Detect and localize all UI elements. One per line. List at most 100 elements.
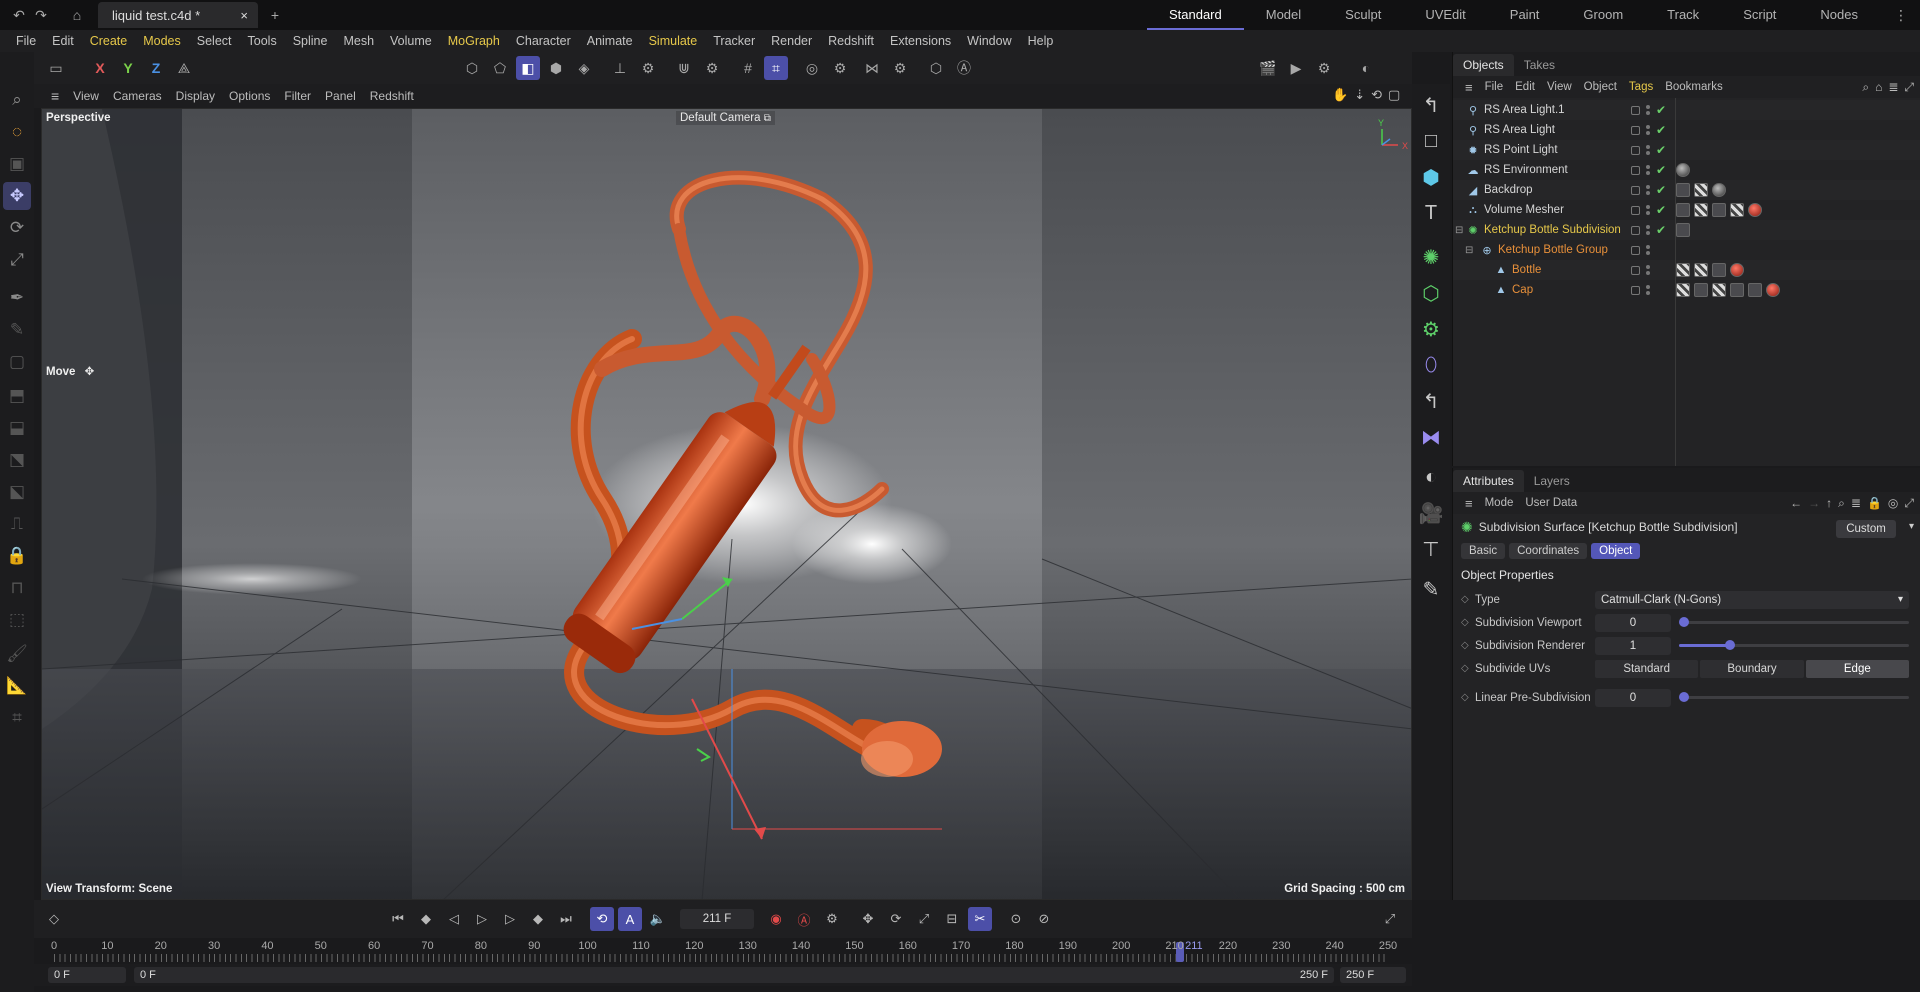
move-handle-icon[interactable]: ✥ bbox=[85, 366, 95, 378]
material-tag-icon[interactable] bbox=[1730, 283, 1744, 297]
viewport-menu-options[interactable]: Options bbox=[222, 89, 277, 103]
field-icon[interactable]: ↰ bbox=[1416, 386, 1446, 416]
menu-animate[interactable]: Animate bbox=[579, 34, 641, 48]
viewport-menu-redshift[interactable]: Redshift bbox=[363, 89, 421, 103]
visibility-dots[interactable] bbox=[1646, 165, 1650, 175]
undo-history-icon[interactable]: ↰ bbox=[1416, 90, 1446, 120]
attributes-menu-mode[interactable]: Mode bbox=[1479, 497, 1520, 509]
expand-toggle-icon[interactable]: ⊟ bbox=[1465, 245, 1473, 256]
object-row-ketchup-bottle-subdivision[interactable]: ⊟ ✺ Ketchup Bottle Subdivision ✔ bbox=[1453, 220, 1920, 240]
render-visibility-dot[interactable] bbox=[1646, 231, 1650, 235]
magnet-icon[interactable]: ⊓ bbox=[3, 574, 31, 602]
render-visibility-dot[interactable] bbox=[1646, 251, 1650, 255]
editor-visibility-dot[interactable] bbox=[1646, 105, 1650, 109]
viewport-camera-label[interactable]: Default Camera ⧉ bbox=[676, 111, 775, 125]
pan-icon[interactable]: ✋ bbox=[1332, 87, 1348, 103]
cloner-icon[interactable]: ⬡ bbox=[1416, 278, 1446, 308]
object-row-rs-point-light[interactable]: ✹ RS Point Light ✔ bbox=[1453, 140, 1920, 160]
bevel-icon[interactable]: ⬓ bbox=[3, 414, 31, 442]
play-icon[interactable]: ▷ bbox=[470, 907, 494, 931]
viewport-hamburger-icon[interactable]: ≡ bbox=[44, 88, 66, 104]
frame-select-icon[interactable]: ⌗ bbox=[3, 704, 31, 732]
document-tab[interactable]: liquid test.c4d * × bbox=[98, 2, 258, 28]
object-row-volume-mesher[interactable]: ⛬ Volume Mesher ✔ bbox=[1453, 200, 1920, 220]
render-visibility-dot[interactable] bbox=[1646, 211, 1650, 215]
objects-search-icon[interactable]: ⌕ bbox=[1862, 80, 1869, 95]
motion-system-icon[interactable]: ⊘ bbox=[1032, 907, 1056, 931]
render-visibility-dot[interactable] bbox=[1646, 191, 1650, 195]
lock-icon[interactable]: 🔒 bbox=[3, 542, 31, 570]
type-select[interactable]: Catmull-Clark (N-Gons) ▾ bbox=[1595, 590, 1909, 609]
up-arrow-icon[interactable]: ↑ bbox=[1826, 496, 1832, 511]
extrude-icon[interactable]: ⬒ bbox=[3, 382, 31, 410]
material-tag-icon[interactable] bbox=[1676, 183, 1690, 197]
menu-spline[interactable]: Spline bbox=[285, 34, 336, 48]
model-mode-icon[interactable]: ⬢ bbox=[544, 56, 568, 80]
visibility-dots[interactable] bbox=[1646, 245, 1650, 255]
effector-gear-icon[interactable]: ⚙ bbox=[1416, 314, 1446, 344]
editor-visibility-dot[interactable] bbox=[1646, 265, 1650, 269]
menu-mesh[interactable]: Mesh bbox=[335, 34, 382, 48]
inset-icon[interactable]: ⬔ bbox=[3, 446, 31, 474]
render-visibility-dot[interactable] bbox=[1646, 131, 1650, 135]
maximize-viewport-icon[interactable]: ▢ bbox=[1388, 87, 1400, 103]
enabled-check-icon[interactable]: ✔ bbox=[1656, 103, 1668, 117]
tab-layers[interactable]: Layers bbox=[1524, 470, 1580, 492]
tab-attributes[interactable]: Attributes bbox=[1453, 470, 1524, 492]
lock-element-icon[interactable]: 🔒 bbox=[1867, 496, 1882, 511]
linear-pre-subdivision-input[interactable]: 0 bbox=[1595, 688, 1671, 707]
axis-y-toggle[interactable]: Y bbox=[116, 56, 140, 80]
menu-redshift[interactable]: Redshift bbox=[820, 34, 882, 48]
move-tool-icon[interactable]: ✥ bbox=[3, 182, 31, 210]
axis-mode-icon[interactable]: ⊥ bbox=[608, 56, 632, 80]
preset-chevron-down-icon[interactable]: ▾ bbox=[1909, 521, 1914, 532]
visibility-dots[interactable] bbox=[1646, 125, 1650, 135]
material-tag-icon[interactable] bbox=[1766, 283, 1780, 297]
soft-selection-gear-icon[interactable]: ⚙ bbox=[828, 56, 852, 80]
material-tag-icon[interactable] bbox=[1676, 263, 1690, 277]
go-to-end-icon[interactable]: ⏭ bbox=[554, 907, 578, 931]
back-arrow-icon[interactable]: ← bbox=[1790, 496, 1802, 511]
key-rotation-icon[interactable]: ⟳ bbox=[884, 907, 908, 931]
camera-icon[interactable]: 🎥 bbox=[1416, 498, 1446, 528]
snap-settings-gear-icon[interactable]: ⚙ bbox=[700, 56, 724, 80]
edges-mode-icon[interactable]: ⬠ bbox=[488, 56, 512, 80]
objects-expand-icon[interactable]: ⤢ bbox=[1904, 80, 1914, 95]
layer-swatch[interactable] bbox=[1631, 185, 1640, 195]
range-end-field[interactable]: 250 F bbox=[1340, 967, 1406, 983]
timeline-ruler[interactable]: 0 10 20 30 40 50 60 70 80 90 100 110 120 130 140 150 160… bbox=[34, 938, 1412, 964]
layer-swatch[interactable] bbox=[1631, 105, 1640, 115]
brush-icon[interactable]: 🖌 bbox=[3, 640, 31, 668]
motion-clip-icon[interactable]: ⊙ bbox=[1004, 907, 1028, 931]
attributes-filter-icon[interactable]: ≣ bbox=[1851, 496, 1861, 511]
type-keyframe-icon[interactable]: ◇ bbox=[1461, 594, 1469, 605]
bridge-icon[interactable]: ⎍ bbox=[3, 510, 31, 538]
attributes-hamburger-icon[interactable]: ≡ bbox=[1459, 496, 1479, 511]
attributes-menu-user-data[interactable]: User Data bbox=[1519, 497, 1583, 509]
current-frame-field[interactable]: 211 F bbox=[680, 909, 754, 929]
editor-visibility-dot[interactable] bbox=[1646, 285, 1650, 289]
key-scale-icon[interactable]: ⤢ bbox=[912, 907, 936, 931]
linear-pre-subdivision-slider[interactable] bbox=[1679, 692, 1909, 702]
material-tag-icon[interactable] bbox=[1676, 283, 1690, 297]
subdivide-uvs-option-edge[interactable]: Edge bbox=[1805, 659, 1909, 678]
layout-tab-groom[interactable]: Groom bbox=[1561, 0, 1645, 30]
material-tag-icon[interactable] bbox=[1730, 263, 1744, 277]
go-to-start-icon[interactable]: ⏮ bbox=[386, 907, 410, 931]
material-tag-icon[interactable] bbox=[1694, 183, 1708, 197]
key-param-icon[interactable]: ⊟ bbox=[940, 907, 964, 931]
key-position-icon[interactable]: ✥ bbox=[856, 907, 880, 931]
script-edit-icon[interactable]: ✎ bbox=[1416, 574, 1446, 604]
timeline-expand-icon[interactable]: ⤢ bbox=[1378, 907, 1402, 931]
spline-deformer-icon[interactable]: ⧓ bbox=[1416, 422, 1446, 452]
next-frame-icon[interactable]: ▷ bbox=[498, 907, 522, 931]
layout-tab-track[interactable]: Track bbox=[1645, 0, 1721, 30]
visibility-dots[interactable] bbox=[1646, 265, 1650, 275]
viewport-menu-panel[interactable]: Panel bbox=[318, 89, 363, 103]
object-row-backdrop[interactable]: ◢ Backdrop ✔ bbox=[1453, 180, 1920, 200]
sub-tab-basic[interactable]: Basic bbox=[1461, 543, 1506, 559]
layer-swatch[interactable] bbox=[1631, 285, 1640, 295]
editor-visibility-dot[interactable] bbox=[1646, 145, 1650, 149]
layout-tab-sculpt[interactable]: Sculpt bbox=[1323, 0, 1403, 30]
scale-tool-icon[interactable]: ⤢ bbox=[3, 246, 31, 274]
